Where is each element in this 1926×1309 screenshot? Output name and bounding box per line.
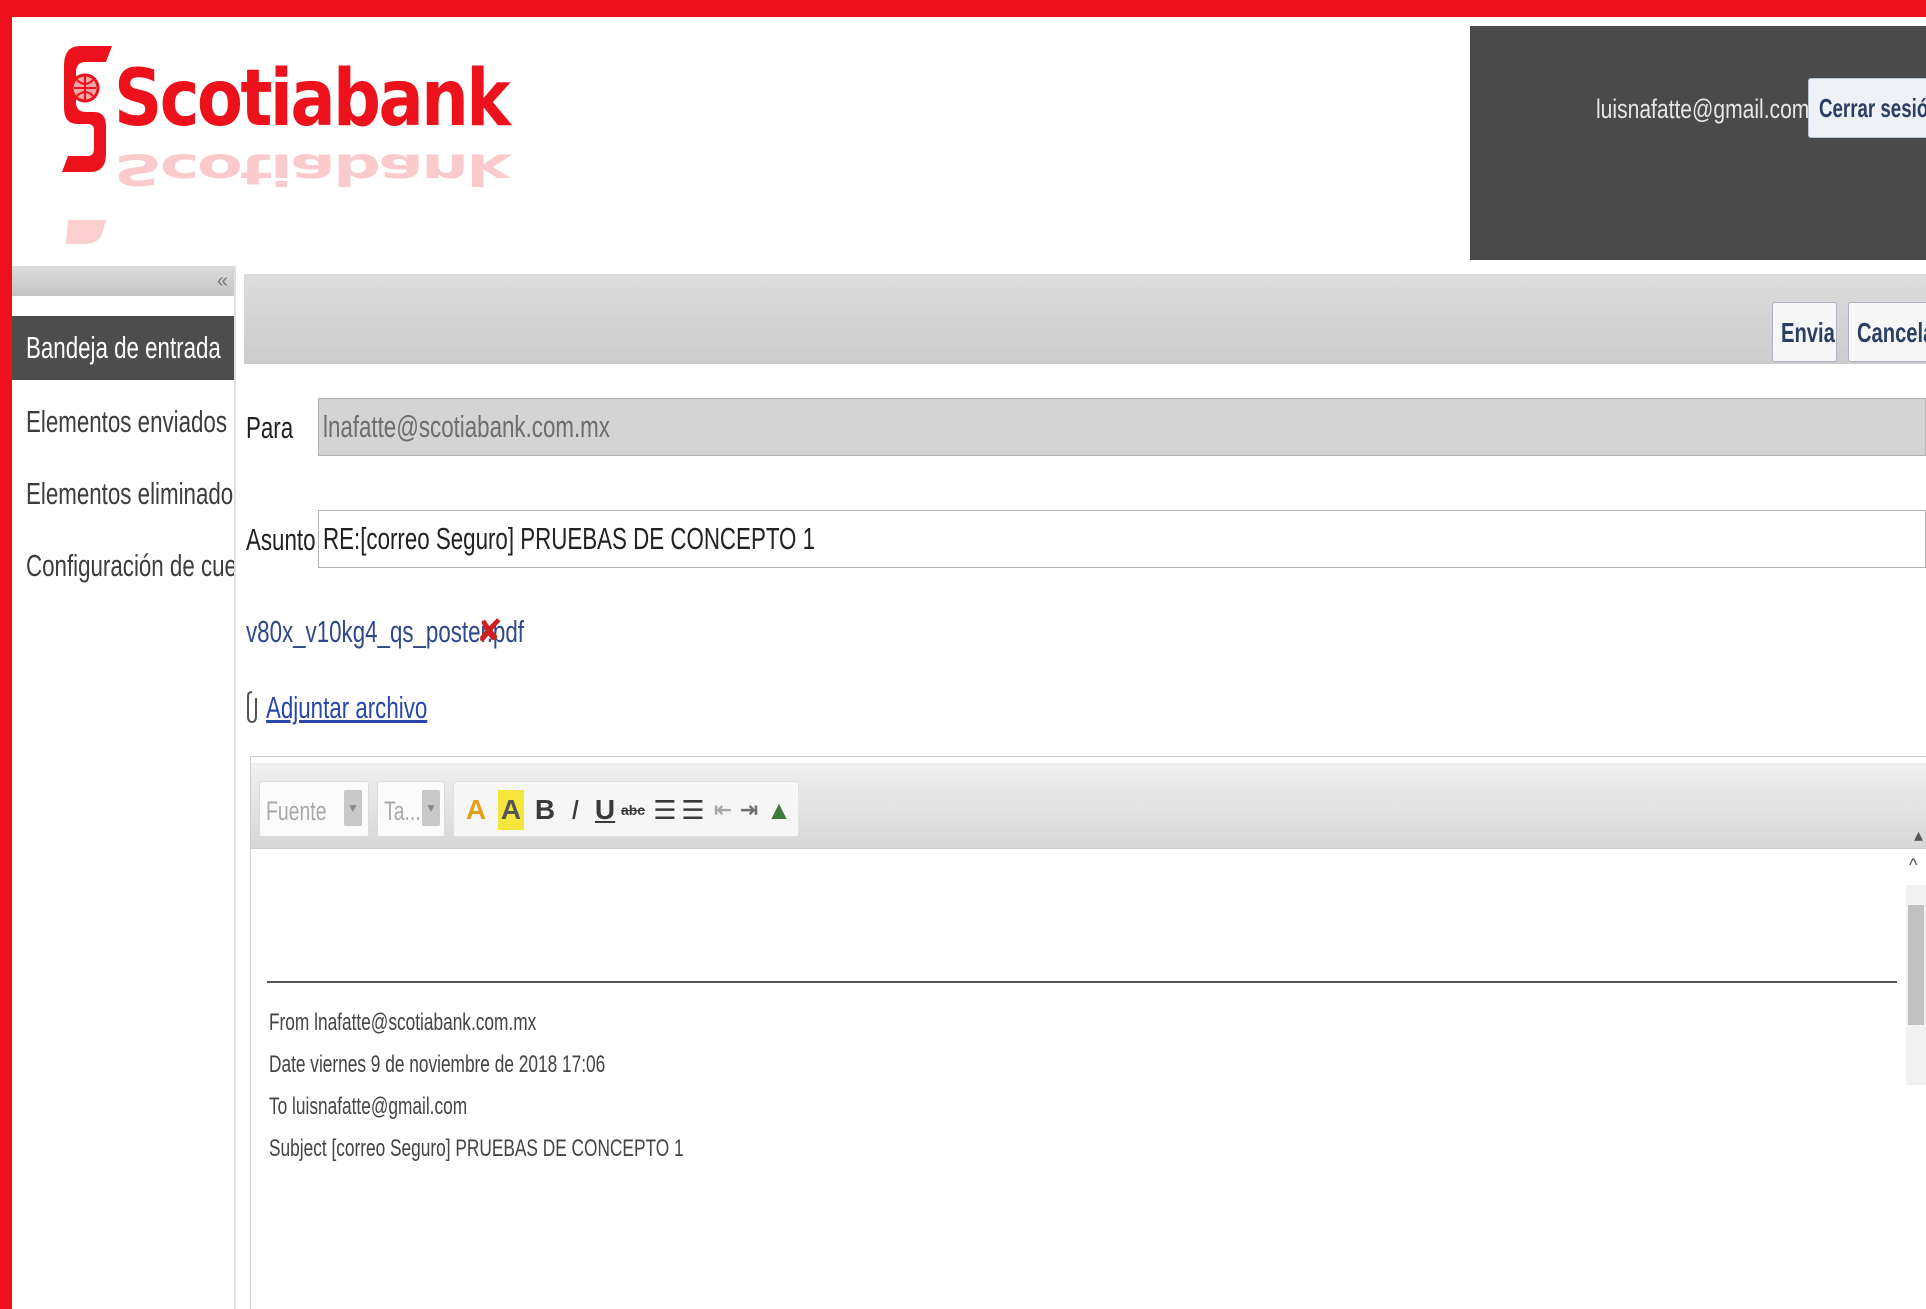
compose-toolbar: Enviar Cancelar bbox=[244, 274, 1926, 364]
indent-icon[interactable]: ⇥ bbox=[736, 790, 762, 830]
message-editor: Fuente ▼ Ta... ▼ A A B I U abc ☰ ☰ ⇤ ⇥ ▲… bbox=[250, 756, 1926, 1309]
subject-field[interactable]: RE:[correo Seguro] PRUEBAS DE CONCEPTO 1 bbox=[318, 510, 1926, 568]
font-family-select[interactable]: Fuente ▼ bbox=[259, 781, 369, 837]
outdent-icon[interactable]: ⇤ bbox=[710, 790, 736, 830]
strikethrough-icon[interactable]: abc bbox=[620, 790, 646, 830]
subject-label: Asunto bbox=[246, 522, 316, 557]
send-button[interactable]: Enviar bbox=[1772, 302, 1837, 362]
sidebar-item-account-settings[interactable]: Configuración de cuenta bbox=[12, 530, 234, 602]
font-size-placeholder: Ta... bbox=[384, 796, 421, 826]
scotiabank-s-icon bbox=[62, 46, 112, 172]
attachment-item[interactable]: v80x_v10kg4_qs_poster.pdf ✘ bbox=[246, 612, 632, 650]
editor-toolbar: Fuente ▼ Ta... ▼ A A B I U abc ☰ ☰ ⇤ ⇥ ▲… bbox=[251, 763, 1926, 849]
highlight-icon[interactable]: A bbox=[498, 790, 524, 830]
sidebar-item-inbox[interactable]: Bandeja de entrada bbox=[12, 316, 234, 380]
quote-subject: Subject [correo Seguro] PRUEBAS DE CONCE… bbox=[269, 1135, 684, 1162]
italic-icon[interactable]: I bbox=[562, 790, 588, 830]
to-field-value: lnafatte@scotiabank.com.mx bbox=[323, 409, 610, 444]
brand-name-reflection: Scotiabank bbox=[114, 143, 509, 194]
remove-attachment-icon[interactable]: ✘ bbox=[476, 612, 503, 650]
expand-editor-icon[interactable]: ▴ bbox=[1914, 825, 1923, 846]
brand-name: Scotiabank bbox=[114, 54, 511, 144]
collapse-sidebar-icon[interactable]: « bbox=[217, 270, 228, 293]
attach-file-link[interactable]: Adjuntar archivo bbox=[266, 690, 427, 726]
quote-divider bbox=[267, 981, 1897, 983]
red-frame-left bbox=[0, 0, 12, 1309]
scroll-up-icon[interactable]: ^ bbox=[1909, 855, 1917, 876]
send-button-label: Enviar bbox=[1781, 317, 1837, 348]
cancel-button-label: Cancelar bbox=[1857, 317, 1926, 348]
formatting-group: A A B I U abc ☰ ☰ ⇤ ⇥ ▲ bbox=[453, 781, 799, 837]
quote-from: From lnafatte@scotiabank.com.mx bbox=[269, 1009, 537, 1036]
to-label: Para bbox=[246, 410, 294, 445]
quote-date: Date viernes 9 de noviembre de 2018 17:0… bbox=[269, 1051, 606, 1078]
image-icon[interactable]: ▲ bbox=[764, 790, 794, 830]
sidebar-item-label: Configuración de cuenta bbox=[26, 548, 234, 583]
sidebar-item-label: Elementos enviados bbox=[26, 404, 228, 439]
bold-icon[interactable]: B bbox=[532, 790, 558, 830]
font-size-select[interactable]: Ta... ▼ bbox=[377, 781, 445, 837]
sidebar-item-label: Bandeja de entrada bbox=[26, 330, 221, 365]
unordered-list-icon[interactable]: ☰ bbox=[680, 790, 706, 830]
sidebar-item-sent[interactable]: Elementos enviados bbox=[12, 386, 234, 458]
scotiabank-logo: Scotiabank Scotiabank bbox=[62, 40, 511, 244]
chevron-down-icon[interactable]: ▼ bbox=[344, 790, 362, 826]
logout-button-label: Cerrar sesión bbox=[1819, 93, 1926, 123]
red-frame-top bbox=[0, 0, 1926, 17]
editor-scrollbar[interactable]: ^ bbox=[1906, 855, 1926, 1085]
cancel-button[interactable]: Cancelar bbox=[1848, 302, 1926, 362]
logo-reflection-icon bbox=[66, 220, 106, 244]
font-color-icon[interactable]: A bbox=[460, 790, 492, 830]
logout-button[interactable]: Cerrar sesión bbox=[1808, 78, 1926, 138]
account-email: luisnafatte@gmail.com bbox=[1596, 94, 1810, 124]
sidebar-header: « bbox=[12, 266, 234, 296]
paperclip-icon bbox=[247, 691, 257, 724]
sidebar-item-label: Elementos eliminados bbox=[26, 476, 234, 511]
sidebar-item-deleted[interactable]: Elementos eliminados bbox=[12, 458, 234, 530]
account-panel: luisnafatte@gmail.com Cerrar sesión bbox=[1470, 26, 1926, 260]
editor-body[interactable]: From lnafatte@scotiabank.com.mx Date vie… bbox=[251, 851, 1926, 1309]
underline-icon[interactable]: U bbox=[592, 790, 618, 830]
to-field[interactable]: lnafatte@scotiabank.com.mx bbox=[318, 398, 1926, 456]
font-family-placeholder: Fuente bbox=[266, 796, 327, 826]
quote-to: To luisnafatte@gmail.com bbox=[269, 1093, 468, 1120]
scroll-thumb[interactable] bbox=[1908, 905, 1924, 1025]
sidebar: « Bandeja de entrada Elementos enviados … bbox=[12, 266, 236, 1309]
ordered-list-icon[interactable]: ☰ bbox=[652, 790, 678, 830]
subject-field-value: RE:[correo Seguro] PRUEBAS DE CONCEPTO 1 bbox=[323, 521, 816, 556]
chevron-down-icon[interactable]: ▼ bbox=[422, 790, 440, 826]
